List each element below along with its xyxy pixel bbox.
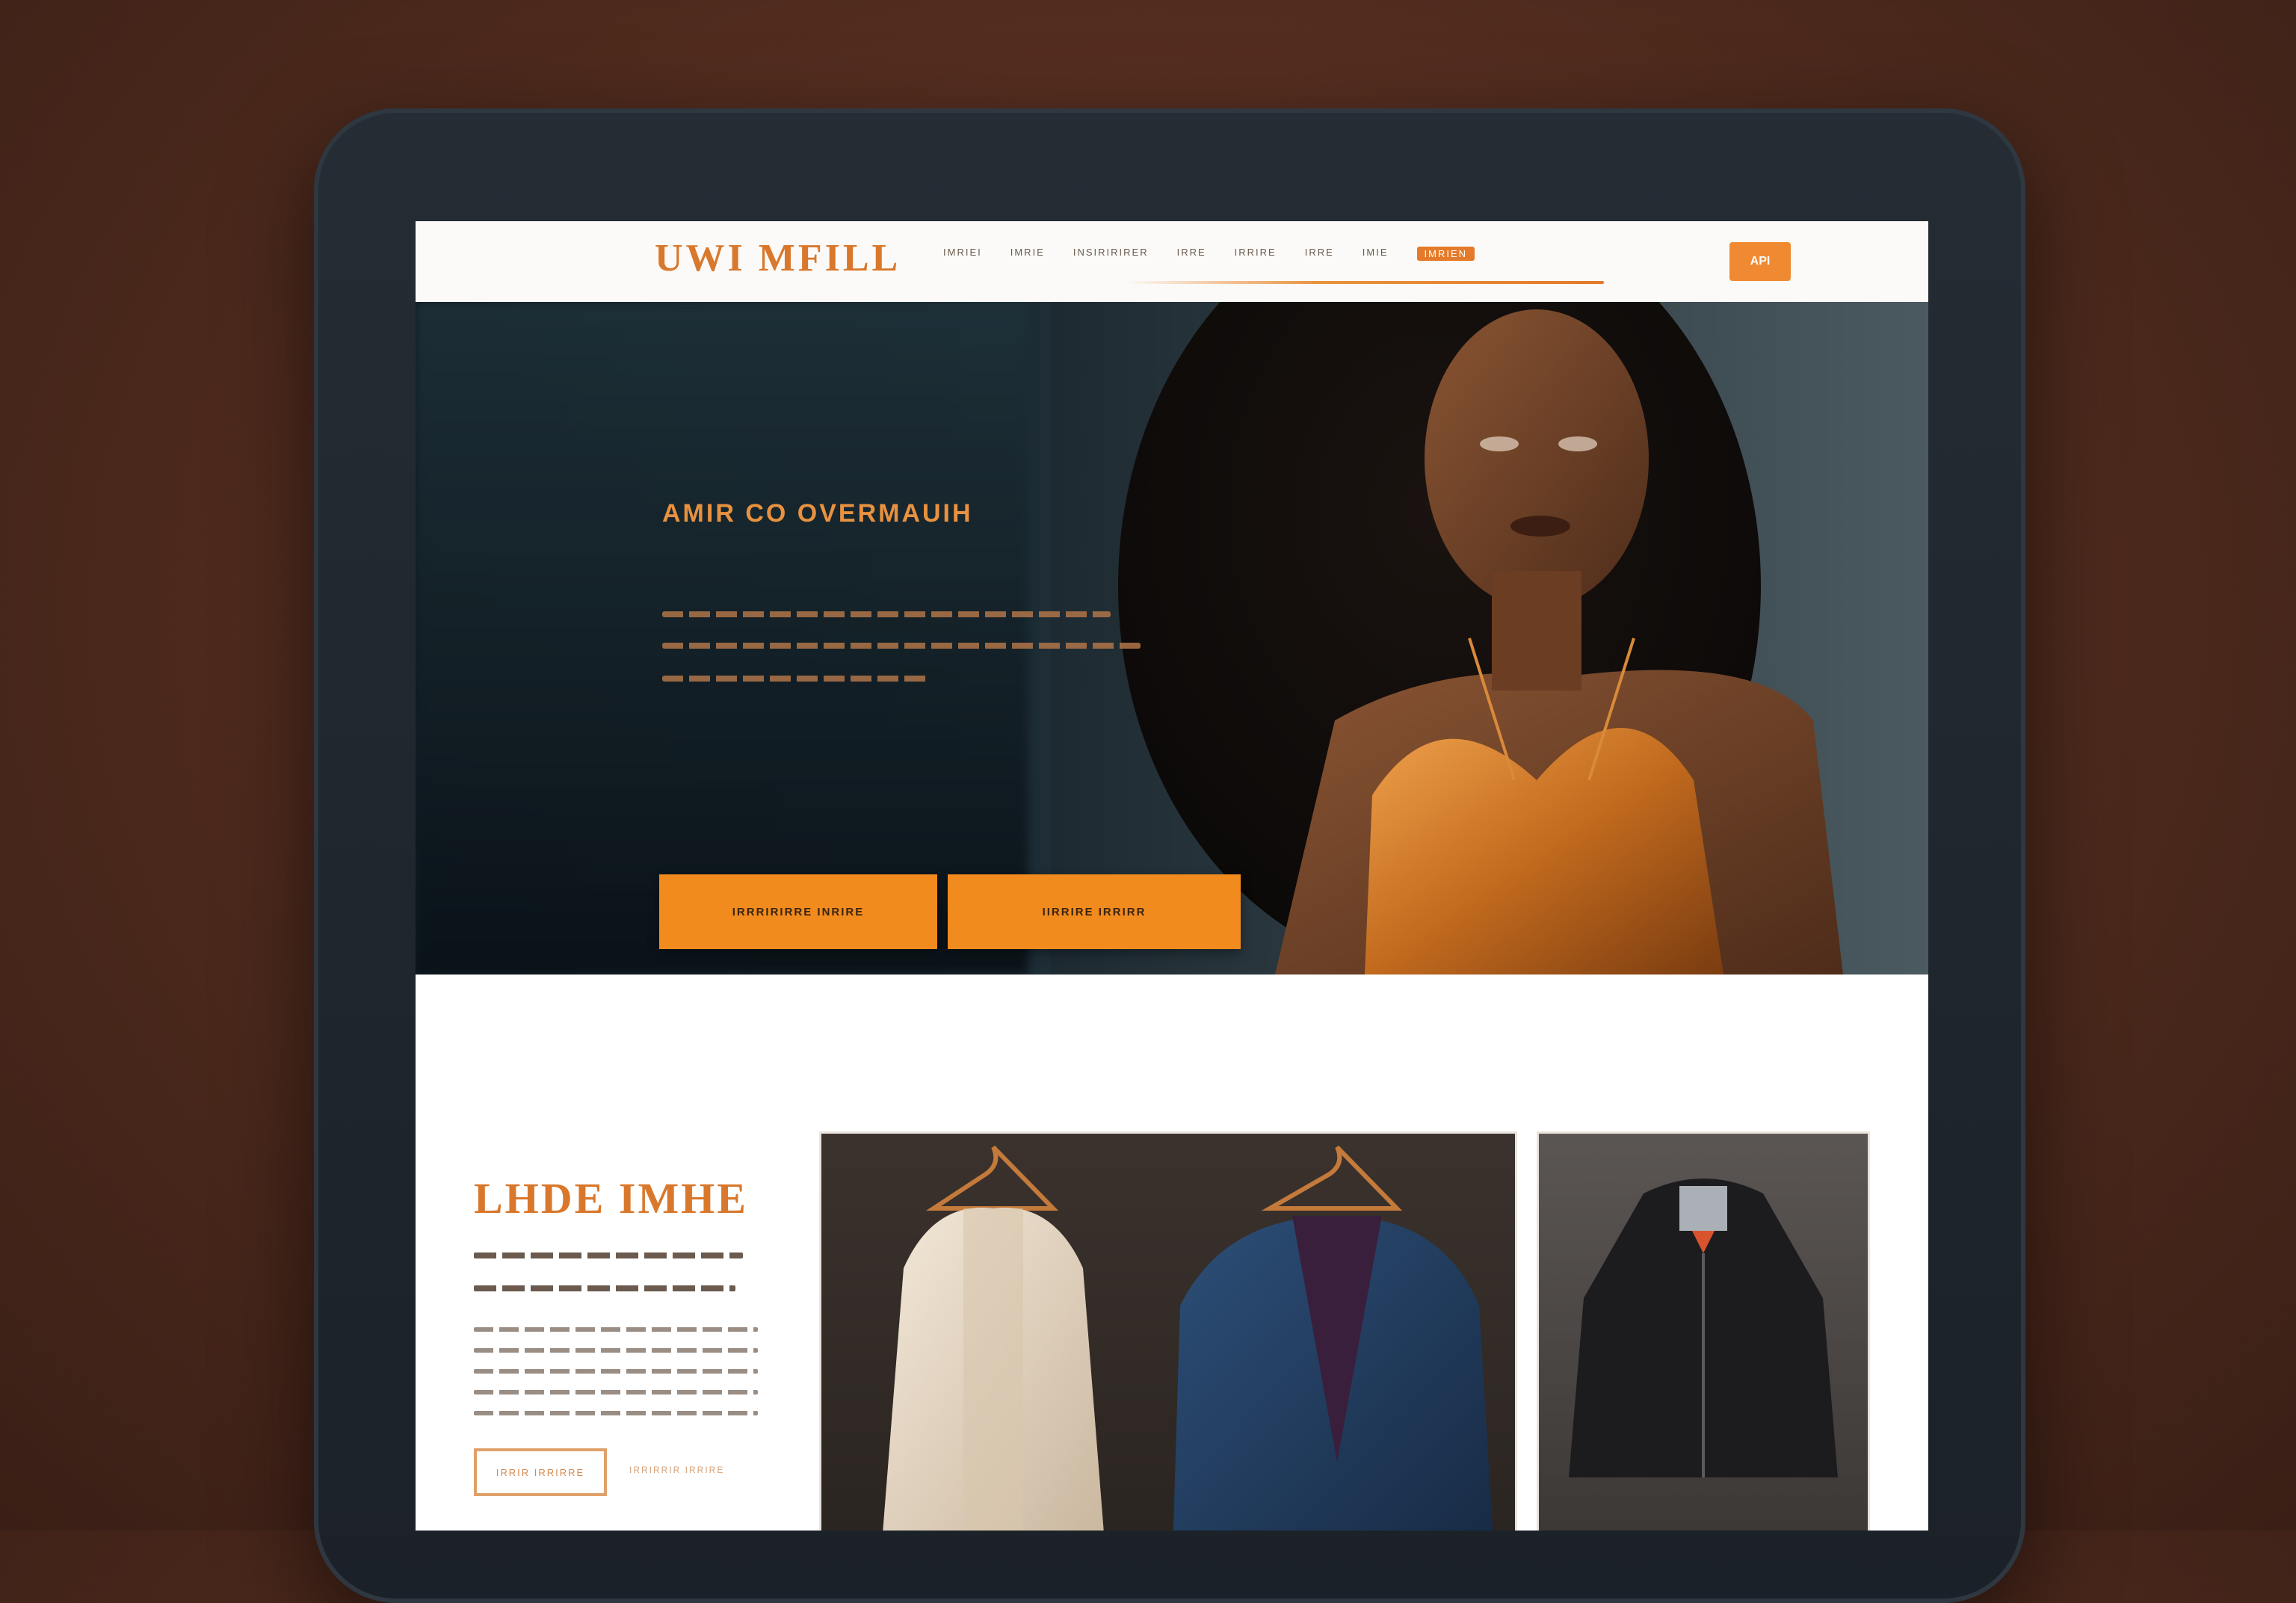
- section-link[interactable]: IRRIRRIR IRRIRE: [629, 1465, 724, 1475]
- hanger-icon: [1261, 1145, 1403, 1211]
- site-header: UWI MFILL IMRIEI IMRIE INSIRIRIRER IRRE …: [416, 221, 1928, 303]
- section-outline-button[interactable]: IRRIR IRRIRRE: [474, 1448, 607, 1496]
- nav-item-active[interactable]: IMRIEN: [1416, 247, 1475, 261]
- section-body-line-2: [474, 1348, 758, 1353]
- nav-item-5[interactable]: IRRIRE: [1235, 247, 1277, 261]
- nav-item-7[interactable]: IMIE: [1363, 247, 1389, 261]
- nav-item-1[interactable]: IMRIEI: [943, 247, 982, 261]
- section-body-line-5: [474, 1411, 758, 1415]
- collection-section: LHDE IMHE IRRIR IRRIRRE IRRIRRIR IRRIRE: [416, 975, 1928, 1531]
- section-body-line-3: [474, 1369, 758, 1374]
- hero-text-line-1: [662, 611, 1111, 617]
- hero-secondary-button[interactable]: IIRRIRE IRRIRR: [948, 874, 1241, 949]
- hero-text-line-3: [662, 676, 931, 682]
- nav-item-6[interactable]: IRRE: [1305, 247, 1334, 261]
- hero-banner: AMIR CO OVERMAUIH IRRRIRIRRE INRIRE IIRR…: [416, 302, 1928, 975]
- nav-item-4[interactable]: IRRE: [1177, 247, 1206, 261]
- browser-screen: UWI MFILL IMRIEI IMRIE INSIRIRIRER IRRE …: [416, 221, 1928, 1531]
- hanger-icon: [925, 1145, 1059, 1211]
- header-cta-button[interactable]: API: [1729, 242, 1791, 281]
- section-title: LHDE IMHE: [474, 1174, 748, 1223]
- section-body-line-1: [474, 1327, 758, 1332]
- section-subtitle-line-2: [474, 1285, 735, 1291]
- nav-active-underline: [1126, 281, 1604, 284]
- hero-primary-button[interactable]: IRRRIRIRRE INRIRE: [659, 874, 937, 949]
- hero-title: AMIR CO OVERMAUIH: [662, 499, 973, 528]
- hero-text-line-2: [662, 643, 1141, 649]
- section-subtitle-line-1: [474, 1253, 743, 1258]
- product-card-coats[interactable]: [819, 1131, 1517, 1531]
- nav-item-3[interactable]: INSIRIRIRER: [1073, 247, 1149, 261]
- product-card-jacket[interactable]: [1537, 1131, 1870, 1531]
- section-body-line-4: [474, 1390, 758, 1394]
- product-image-jacket: [1569, 1179, 1838, 1477]
- main-nav: IMRIEI IMRIE INSIRIRIRER IRRE IRRIRE IRR…: [943, 247, 1475, 261]
- hero-model-image: [1051, 302, 1928, 975]
- nav-item-2[interactable]: IMRIE: [1010, 247, 1045, 261]
- product-image-coats: [883, 1145, 1493, 1531]
- site-logo[interactable]: UWI MFILL: [655, 236, 901, 280]
- hero-background-blur: [416, 302, 1028, 975]
